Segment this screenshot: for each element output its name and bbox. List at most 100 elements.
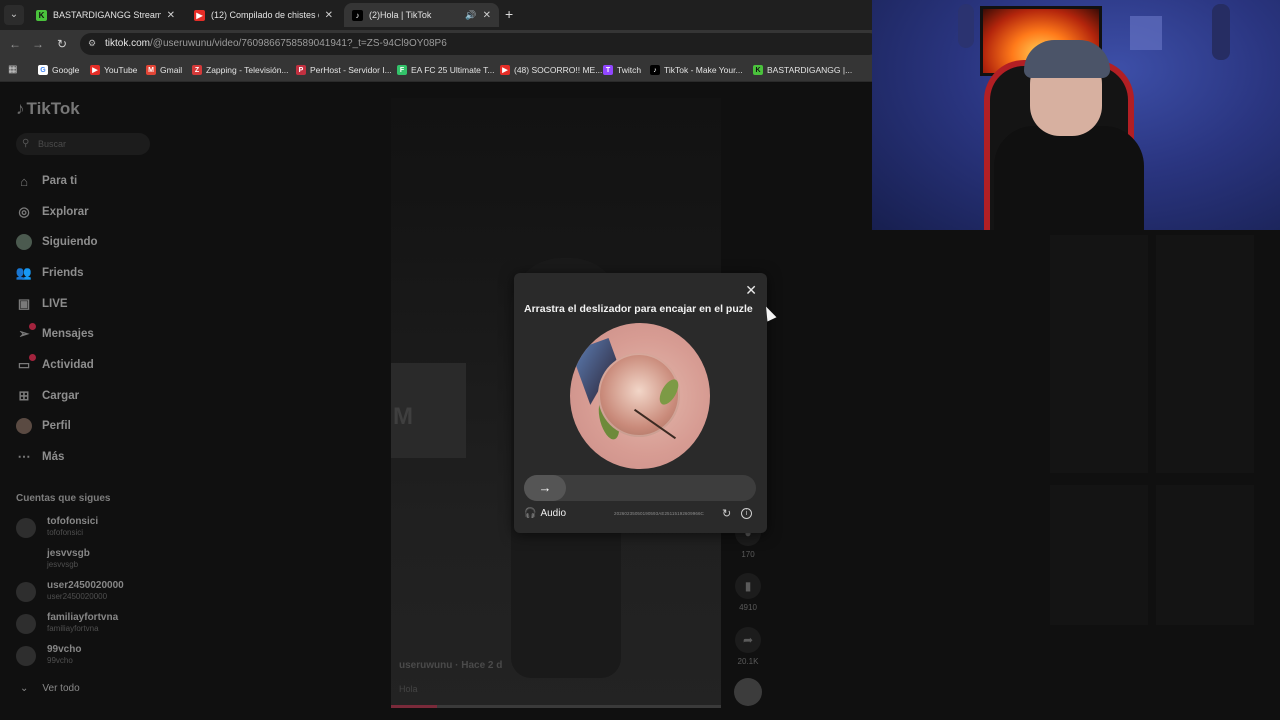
- notification-badge: [29, 323, 36, 330]
- google-icon: G: [38, 65, 48, 75]
- share-button[interactable]: ➦ 20.1K: [735, 627, 761, 666]
- video-thumbnail[interactable]: [1156, 333, 1254, 473]
- apps-grid-icon[interactable]: ▦: [8, 64, 20, 76]
- webcam-shelf-figure: [1212, 4, 1230, 60]
- new-tab-button[interactable]: +: [505, 5, 519, 23]
- tiktok-logo[interactable]: ♪ TikTok: [16, 99, 80, 119]
- video-thumbnail[interactable]: [1156, 485, 1254, 625]
- info-icon[interactable]: i: [741, 508, 752, 519]
- bookmark-twitch[interactable]: T Twitch: [603, 63, 641, 77]
- audio-playing-icon[interactable]: 🔊: [465, 10, 476, 21]
- webcam-streamer-body: [994, 126, 1144, 230]
- reload-icon[interactable]: ↻: [54, 36, 70, 52]
- creator-avatar[interactable]: [734, 678, 762, 706]
- sidebar-item-friends[interactable]: 👥 Friends: [16, 262, 176, 284]
- back-icon[interactable]: ←: [7, 36, 23, 52]
- youtube-icon: ▶: [194, 9, 205, 21]
- close-icon[interactable]: ✕: [483, 10, 491, 21]
- following-account[interactable]: tofofonsici tofofonsici: [16, 514, 176, 542]
- video-author[interactable]: useruwunu · Hace 2 d: [399, 660, 502, 671]
- video-thumbnail[interactable]: [1050, 333, 1148, 473]
- captcha-puzzle-image: [570, 323, 710, 469]
- bookmark-zapping[interactable]: Z Zapping - Televisión...: [192, 63, 289, 77]
- site-info-icon[interactable]: ⚙: [88, 38, 98, 48]
- sidebar-item-para-ti[interactable]: ⌂ Para ti: [16, 170, 176, 192]
- tab-tiktok-hola[interactable]: ♪ (2)Hola | TikTok 🔊 ✕: [344, 3, 499, 27]
- audio-button[interactable]: 🎧 Audio: [524, 508, 566, 519]
- kick-icon: K: [753, 65, 763, 75]
- tab-bastardigangg[interactable]: K BASTARDIGANGG Stream - ✕: [28, 3, 183, 27]
- captcha-dialog: ✕ Arrastra el deslizador para encajar en…: [514, 273, 767, 533]
- sidebar-item-perfil[interactable]: Perfil: [16, 415, 176, 437]
- bookmark-perhost[interactable]: P PerHost - Servidor I...: [296, 63, 392, 77]
- more-icon: ⋯: [17, 449, 31, 464]
- forward-icon[interactable]: →: [30, 36, 46, 52]
- gmail-icon: M: [146, 65, 156, 75]
- home-icon: ⌂: [20, 173, 28, 189]
- notification-badge: [29, 354, 36, 361]
- live-icon: ▣: [17, 296, 31, 311]
- bookmark-gmail[interactable]: M Gmail: [146, 63, 182, 77]
- sidebar-item-live[interactable]: ▣ LIVE: [16, 293, 176, 315]
- avatar: [16, 646, 36, 666]
- see-all-link[interactable]: ⌄ Ver todo: [20, 683, 80, 694]
- close-button[interactable]: ✕: [745, 282, 757, 299]
- bookmark-button[interactable]: ▮ 4910: [735, 573, 761, 612]
- captcha-slider-handle[interactable]: →: [524, 475, 566, 501]
- following-avatar-icon: [16, 234, 32, 250]
- close-icon[interactable]: ✕: [167, 10, 175, 21]
- webcam-overlay: [872, 0, 1280, 230]
- tiktok-icon: ♪: [650, 65, 660, 75]
- following-account[interactable]: jesvvsgb jesvvsgb: [16, 546, 176, 574]
- tiktok-icon: ♪: [352, 9, 363, 21]
- sidebar-item-actividad[interactable]: ▭ Actividad: [16, 354, 176, 376]
- sidebar-item-explorar[interactable]: ◎ Explorar: [16, 201, 176, 223]
- chevron-down-icon: ⌄: [20, 683, 29, 694]
- avatar: [16, 614, 36, 634]
- refresh-icon[interactable]: ↻: [722, 507, 731, 520]
- share-icon: ➦: [735, 627, 761, 653]
- sidebar-item-mensajes[interactable]: ➢ Mensajes: [16, 323, 176, 345]
- following-account[interactable]: user2450020000 user2450020000: [16, 578, 176, 606]
- bookmark-youtube[interactable]: ▶ YouTube: [90, 63, 137, 77]
- tab-youtube-compilado[interactable]: ▶ (12) Compilado de chistes de D ✕: [186, 3, 341, 27]
- twitch-icon: T: [603, 65, 613, 75]
- close-icon[interactable]: ✕: [325, 10, 333, 21]
- following-account[interactable]: 99vcho 99vcho: [16, 642, 176, 670]
- video-progress-bar[interactable]: [391, 705, 721, 708]
- following-account[interactable]: familiayfortvna familiayfortvna: [16, 610, 176, 638]
- search-input[interactable]: ⚲ Buscar: [16, 133, 150, 155]
- video-thumbnail[interactable]: [1050, 485, 1148, 625]
- webcam-shelf-figure: [958, 4, 974, 48]
- avatar: [16, 518, 36, 538]
- url-text[interactable]: tiktok.com/@useruwunu/video/760986675858…: [105, 38, 447, 49]
- bookmark-bastardigangg[interactable]: K BASTARDIGANGG |...: [753, 63, 852, 77]
- profile-icon: [16, 418, 32, 434]
- captcha-slider-track[interactable]: →: [524, 475, 756, 501]
- captcha-id: 20260235050190593AE25115192609966C: [614, 511, 704, 516]
- compass-icon: ◎: [18, 204, 30, 219]
- youtube-icon: ▶: [90, 65, 100, 75]
- bookmark-ea-fc[interactable]: F EA FC 25 Ultimate T...: [397, 63, 494, 77]
- sidebar-item-mas[interactable]: ⋯ Más: [16, 446, 176, 468]
- sidebar-item-siguiendo[interactable]: Siguiendo: [16, 231, 176, 253]
- following-section-title: Cuentas que sigues: [16, 493, 111, 504]
- tab-title: (12) Compilado de chistes de D: [211, 10, 319, 20]
- address-bar[interactable]: ⚙ tiktok.com/@useruwunu/video/7609866758…: [80, 33, 880, 55]
- headphones-icon: 🎧: [524, 508, 537, 519]
- tab-search-button[interactable]: ⌄: [4, 5, 24, 25]
- perhost-icon: P: [296, 65, 306, 75]
- youtube-icon: ▶: [500, 65, 510, 75]
- upload-icon: ⊞: [18, 388, 30, 403]
- search-icon: ⚲: [22, 138, 30, 149]
- friends-icon: 👥: [15, 265, 33, 280]
- bookmark-socorro[interactable]: ▶ (48) SOCORRO!! ME...: [500, 63, 602, 77]
- bookmark-icon: ▮: [735, 573, 761, 599]
- search-placeholder: Buscar: [38, 139, 67, 149]
- sidebar-item-cargar[interactable]: ⊞ Cargar: [16, 385, 176, 407]
- bookmark-tiktok[interactable]: ♪ TikTok - Make Your...: [650, 63, 743, 77]
- tab-title: (2)Hola | TikTok: [369, 10, 432, 20]
- tab-title: BASTARDIGANGG Stream -: [53, 10, 161, 20]
- activity-icon: ▭: [16, 354, 36, 373]
- bookmark-google[interactable]: G Google: [38, 63, 79, 77]
